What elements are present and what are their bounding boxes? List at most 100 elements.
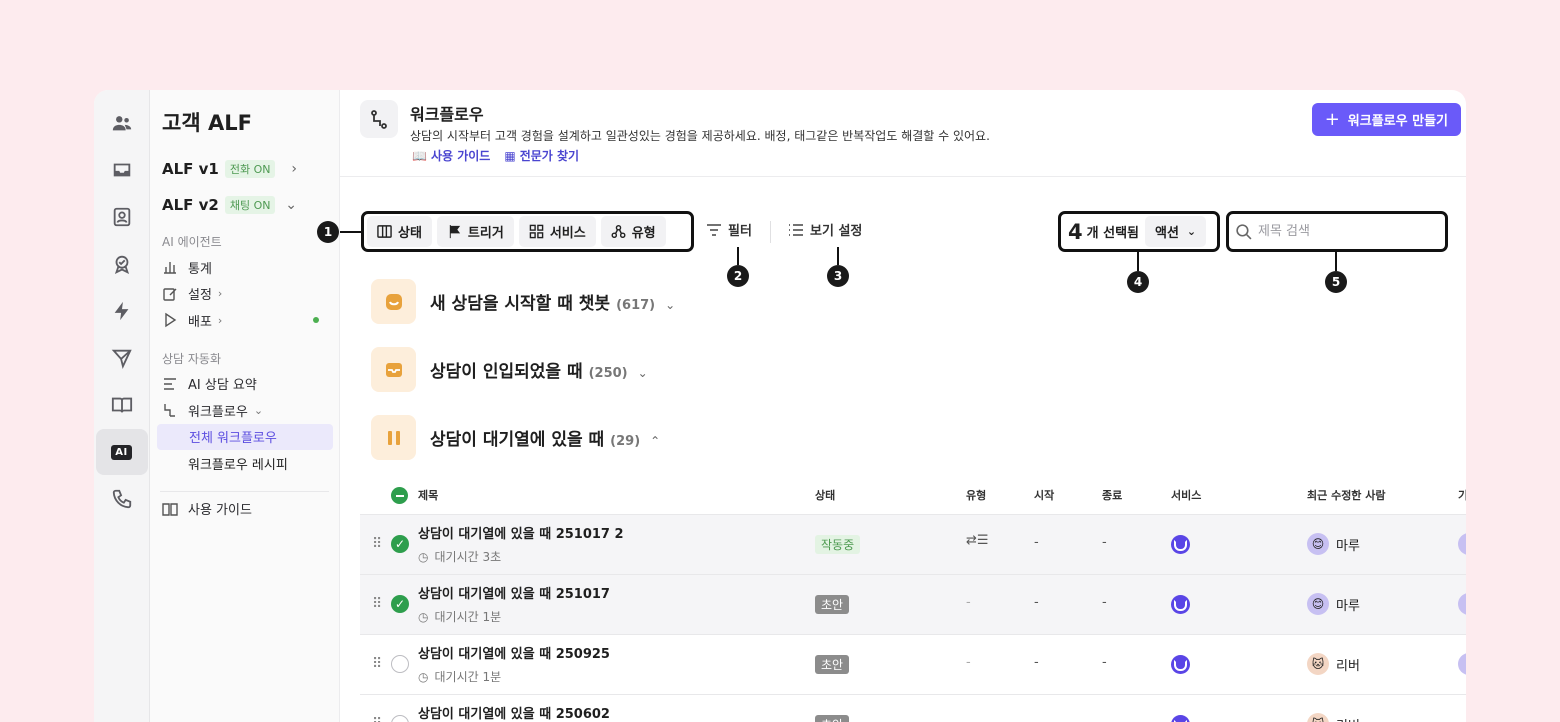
callout-line xyxy=(737,247,739,265)
chevron-down-icon: ⌄ xyxy=(285,197,297,213)
users-icon xyxy=(112,116,131,131)
sidebar-version-v2[interactable]: ALF v2 채팅 ON ⌄ xyxy=(156,187,333,223)
inbox-icon xyxy=(371,347,416,392)
callout-line xyxy=(1335,252,1337,271)
table-row[interactable]: ⠿ ✓ 상담이 대기열에 있을 때 251017 ◷ 대기시간 1분 초안 - -… xyxy=(360,574,1466,634)
select-all-checkbox[interactable] xyxy=(391,487,408,504)
drag-handle-icon[interactable]: ⠿ xyxy=(372,716,382,722)
rail-contacts[interactable] xyxy=(96,194,148,240)
group-header-chatbot[interactable]: 새 상담을 시작할 때 챗봇 (617) ⌄ xyxy=(371,279,675,324)
chevron-down-icon: ⌄ xyxy=(1186,225,1197,238)
start-value: - xyxy=(1034,535,1039,550)
summary-lines-icon xyxy=(164,378,176,390)
filter-button[interactable]: 필터 xyxy=(706,220,752,239)
column-header[interactable]: 제목 xyxy=(418,487,438,503)
ai-icon: AI xyxy=(111,444,132,460)
group-by-type-button[interactable]: 유형 xyxy=(600,216,666,247)
callout-marker: 2 xyxy=(727,265,749,287)
sidebar-item-deploy[interactable]: 배포 › xyxy=(156,307,333,334)
column-header[interactable]: 상태 xyxy=(815,487,835,503)
sidebar-item-workflow-recipes[interactable]: 워크플로우 레시피 xyxy=(156,450,333,477)
drag-handle-icon[interactable]: ⠿ xyxy=(372,536,382,552)
clock-icon: ◷ xyxy=(418,609,429,624)
group-by-service-button[interactable]: 서비스 xyxy=(518,216,596,247)
callout-marker: 5 xyxy=(1325,271,1347,293)
workflow-icon xyxy=(164,404,175,417)
table-row[interactable]: ⠿ ✓ 상담이 대기열에 있을 때 251017 2 ◷ 대기시간 3초 작동중 … xyxy=(360,514,1466,574)
callout-marker: 3 xyxy=(827,265,849,287)
row-checkbox[interactable] xyxy=(391,655,409,673)
group-by-status-button[interactable]: 상태 xyxy=(367,216,432,247)
sidebar: 고객 ALF ALF v1 전화 ON › ALF v2 채팅 ON ⌄ AI … xyxy=(150,90,340,722)
sidebar-item-ai-summary[interactable]: AI 상담 요약 xyxy=(156,371,333,398)
column-header[interactable]: 시작 xyxy=(1034,487,1054,503)
avatar xyxy=(1458,533,1466,555)
column-header[interactable]: 유형 xyxy=(966,487,986,503)
clock-icon: ◷ xyxy=(418,549,429,564)
row-checkbox[interactable]: ✓ xyxy=(391,535,409,553)
sidebar-item-workflow[interactable]: 워크플로우 ⌄ xyxy=(156,397,333,424)
type-value: - xyxy=(966,655,971,670)
column-header[interactable]: 최근 수정한 사람 xyxy=(1307,487,1386,503)
search-box xyxy=(1226,211,1448,252)
bar-chart-icon xyxy=(164,262,176,274)
column-header[interactable]: 기 xyxy=(1458,487,1466,503)
sidebar-version-v1[interactable]: ALF v1 전화 ON › xyxy=(156,151,333,187)
drag-handle-icon[interactable]: ⠿ xyxy=(372,596,382,612)
chevron-right-icon: › xyxy=(217,313,223,327)
rail-docs[interactable] xyxy=(96,382,148,428)
row-checkbox[interactable]: ✓ xyxy=(391,595,409,613)
avatar xyxy=(1458,653,1466,675)
service-icon xyxy=(1171,655,1190,674)
callout-line xyxy=(1137,252,1139,271)
end-value: - xyxy=(1102,655,1107,670)
page-description: 상담의 시작부터 고객 경험을 설계하고 일관성있는 경험을 제공하세요. 배정… xyxy=(410,129,990,143)
group-by-trigger-button[interactable]: 트리거 xyxy=(436,216,514,247)
status-badge: 초안 xyxy=(815,655,850,674)
sidebar-item-stats[interactable]: 통계 xyxy=(156,254,333,281)
lightning-icon xyxy=(114,301,128,321)
table-row[interactable]: ⠿ 상담이 대기열에 있을 때 250602 초안 🐱리버 xyxy=(360,694,1466,722)
expert-link[interactable]: ▦ 전문가 찾기 xyxy=(504,147,579,164)
clock-icon: ◷ xyxy=(418,669,429,684)
column-header[interactable]: 종료 xyxy=(1102,487,1122,503)
status-badge: 작동중 xyxy=(815,535,861,554)
sidebar-item-all-workflows[interactable]: 전체 워크플로우 xyxy=(157,423,333,450)
page-title: 워크플로우 xyxy=(410,105,484,124)
nodes-icon xyxy=(611,224,626,239)
service-icon xyxy=(1171,595,1190,614)
rail-phone[interactable] xyxy=(96,476,148,522)
sidebar-item-settings[interactable]: 설정 › xyxy=(156,281,333,308)
section-automation: 상담 자동화 xyxy=(162,351,222,366)
app-window: AI 고객 ALF ALF v1 전화 ON › ALF v2 채팅 ON ⌄ … xyxy=(94,90,1466,722)
group-header-queue[interactable]: 상담이 대기열에 있을 때 (29) ⌃ xyxy=(371,415,660,460)
modifier: 🐱리버 xyxy=(1307,713,1360,722)
rail-inbox[interactable] xyxy=(96,147,148,193)
callout-marker: 4 xyxy=(1127,271,1149,293)
table-row[interactable]: ⠿ 상담이 대기열에 있을 때 250925 ◷ 대기시간 1분 초안 - - -… xyxy=(360,634,1466,694)
sidebar-item-guide[interactable]: 사용 가이드 xyxy=(156,496,333,523)
create-workflow-button[interactable]: + 워크플로우 만들기 xyxy=(1311,103,1461,136)
book-icon xyxy=(162,503,178,516)
rail-send[interactable] xyxy=(96,335,148,381)
filter-icon xyxy=(707,223,721,236)
drag-handle-icon[interactable]: ⠿ xyxy=(372,656,382,672)
row-checkbox[interactable] xyxy=(391,715,409,722)
view-settings-button[interactable]: 보기 설정 xyxy=(788,220,862,239)
rail-ai[interactable]: AI xyxy=(95,429,148,475)
selected-label: 개 선택됨 xyxy=(1086,226,1139,241)
modifier: 😊 마루 xyxy=(1307,533,1360,555)
action-dropdown[interactable]: 액션 ⌄ xyxy=(1145,216,1207,247)
header-links: 📖 사용 가이드 ▦ 전문가 찾기 xyxy=(412,147,579,164)
end-value: - xyxy=(1102,595,1107,610)
rail-automation[interactable] xyxy=(96,288,148,334)
group-header-inbound[interactable]: 상담이 인입되었을 때 (250) ⌄ xyxy=(371,347,648,392)
chevron-up-icon: ⌃ xyxy=(650,434,661,448)
search-input[interactable] xyxy=(1258,224,1428,239)
rail-badge[interactable] xyxy=(96,241,148,287)
guide-link[interactable]: 📖 사용 가이드 xyxy=(412,147,490,164)
column-header[interactable]: 서비스 xyxy=(1171,487,1201,503)
rail-users[interactable] xyxy=(96,100,148,146)
pause-icon xyxy=(371,415,416,460)
selection-toolbar: 4 개 선택됨 액션 ⌄ xyxy=(1058,211,1220,252)
